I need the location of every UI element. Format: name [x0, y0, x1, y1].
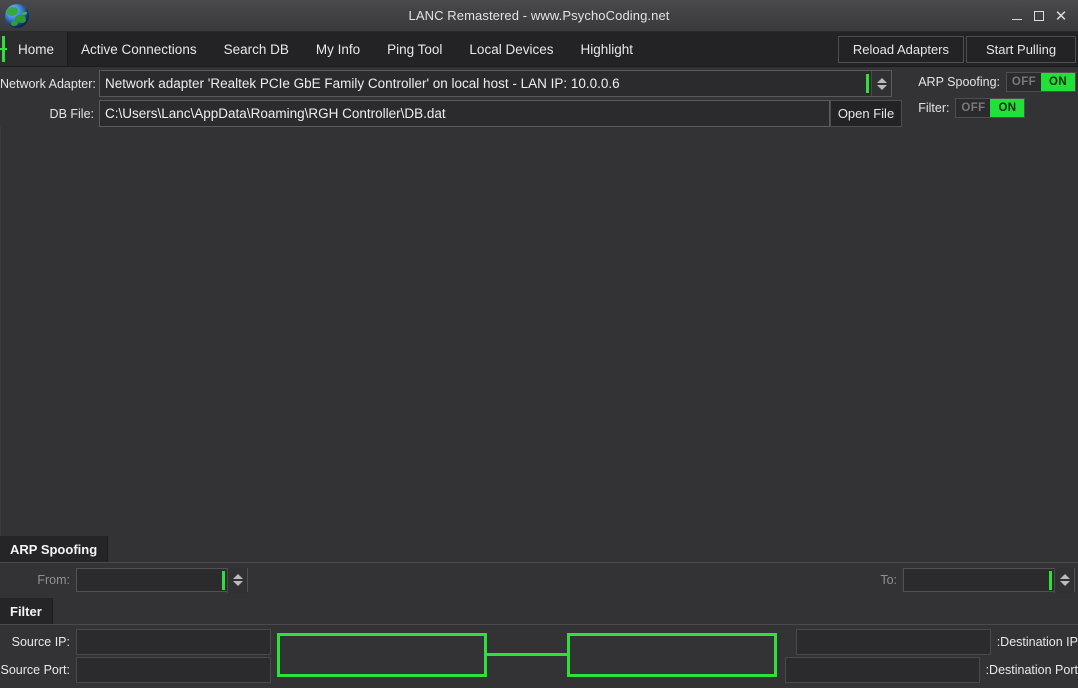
arp-spoofing-off-option[interactable]: OFF	[1007, 72, 1041, 91]
arp-spoofing-panel: ARP Spoofing From: To:	[0, 536, 1078, 598]
arp-spoofing-panel-title[interactable]: ARP Spoofing	[0, 536, 109, 562]
close-icon[interactable]: ✕	[1050, 4, 1072, 28]
filter-source-port-row: Source Port: :Destination Port	[0, 656, 1078, 684]
open-file-button[interactable]: Open File	[830, 100, 902, 127]
source-ip-label: Source IP:	[11, 635, 70, 649]
arp-spoofing-switch[interactable]: OFF ON	[1006, 71, 1076, 92]
source-ip-input[interactable]	[76, 629, 271, 655]
arp-from-spinner[interactable]	[227, 567, 247, 593]
arp-to-active-indicator	[1049, 570, 1052, 590]
filter-switch[interactable]: OFF ON	[955, 97, 1026, 118]
network-adapter-value: Network adapter 'Realtek PCIe GbE Family…	[105, 76, 620, 91]
arp-to-label: To:	[880, 573, 897, 587]
tab-home[interactable]: Home	[0, 32, 69, 66]
filter-toggle-row: Filter: OFF ON	[918, 96, 1076, 119]
adapter-row: Network Adapter: Network adapter 'Realte…	[0, 70, 1078, 97]
filter-toggle-label: Filter:	[918, 100, 950, 115]
tab-label: Active Connections	[81, 41, 197, 57]
maximize-icon[interactable]	[1028, 4, 1050, 28]
window-controls: ✕	[1006, 0, 1078, 31]
destination-port-input[interactable]	[784, 657, 980, 683]
filter-panel-title[interactable]: Filter	[0, 598, 53, 624]
filter-panel-body: Source IP: :Destination IP Source Port: …	[0, 625, 1078, 688]
chevron-down-icon	[876, 84, 887, 90]
tab-local-devices[interactable]: Local Devices	[456, 32, 567, 66]
filter-panel: Filter Source IP: :Destination IP Source…	[0, 598, 1078, 688]
arp-from-label: From:	[37, 573, 70, 587]
window-title: LANC Remastered - www.PsychoCoding.net	[408, 8, 670, 23]
db-file-input[interactable]: C:\Users\Lanc\AppData\Roaming\RGH Contro…	[99, 100, 830, 127]
tab-list: Home Active Connections Search DB My Inf…	[0, 32, 647, 66]
tab-label: Ping Tool	[387, 41, 443, 57]
start-pulling-button[interactable]: Start Pulling	[966, 35, 1076, 63]
chevron-down-icon	[1059, 581, 1070, 586]
arp-from-to-row: From: To:	[0, 567, 1078, 593]
tab-ping-tool[interactable]: Ping Tool	[374, 32, 456, 66]
chevron-up-icon	[232, 574, 243, 579]
tab-label: Local Devices	[469, 41, 554, 57]
arp-to-group: To:	[880, 567, 1078, 593]
filter-off-option[interactable]: OFF	[956, 98, 991, 117]
application-window: LANC Remastered - www.PsychoCoding.net ✕…	[0, 0, 1078, 688]
arp-spoofing-panel-body: From: To:	[0, 563, 1078, 598]
arp-to-input[interactable]	[903, 567, 1075, 593]
tab-bar: Home Active Connections Search DB My Inf…	[0, 32, 1078, 67]
network-adapter-select[interactable]: Network adapter 'Realtek PCIe GbE Family…	[99, 70, 892, 97]
adapter-active-indicator	[866, 74, 869, 93]
tab-label: Home	[18, 41, 55, 57]
toolbar-buttons: Reload Adapters Start Pulling	[837, 32, 1078, 66]
source-port-input[interactable]	[76, 657, 271, 683]
arp-from-active-indicator	[222, 570, 225, 590]
chevron-up-icon	[1059, 574, 1070, 579]
tab-active-connections[interactable]: Active Connections	[68, 32, 211, 66]
destination-ip-label: :Destination IP	[996, 635, 1078, 649]
connections-list-area	[0, 127, 1078, 536]
destination-port-label: :Destination Port	[985, 663, 1078, 677]
tab-search-db[interactable]: Search DB	[211, 32, 303, 66]
globe-icon	[1, 0, 33, 32]
adapter-form: Network Adapter: Network adapter 'Realte…	[0, 67, 1078, 127]
reload-adapters-button[interactable]: Reload Adapters	[837, 35, 964, 63]
tab-label: My Info	[315, 41, 361, 57]
arp-from-input[interactable]	[76, 567, 248, 593]
tab-label: Search DB	[223, 41, 289, 57]
adapter-dropdown-spinner[interactable]	[871, 71, 891, 96]
filter-panel-header: Filter	[0, 598, 1078, 625]
toggle-group: ARP Spoofing: OFF ON Filter: OFF ON	[918, 70, 1076, 119]
tab-label: Highlight	[580, 41, 633, 57]
tab-highlight[interactable]: Highlight	[567, 32, 647, 66]
arp-spoofing-on-option[interactable]: ON	[1041, 72, 1075, 91]
db-file-row: DB File: C:\Users\Lanc\AppData\Roaming\R…	[0, 99, 1078, 128]
source-port-label: Source Port:	[0, 663, 70, 677]
chevron-up-icon	[876, 77, 887, 83]
db-file-label: DB File:	[49, 106, 94, 121]
arp-spoofing-toggle-label: ARP Spoofing:	[918, 74, 1000, 89]
chevron-down-icon	[232, 581, 243, 586]
tab-my-info[interactable]: My Info	[303, 32, 374, 66]
title-bar: LANC Remastered - www.PsychoCoding.net ✕	[0, 0, 1078, 32]
arp-spoofing-panel-header: ARP Spoofing	[0, 536, 1078, 563]
adapter-label: Network Adapter:	[0, 76, 96, 91]
filter-on-option[interactable]: ON	[990, 98, 1025, 117]
filter-source-ip-row: Source IP: :Destination IP	[0, 628, 1078, 656]
arp-to-spinner[interactable]	[1054, 567, 1074, 593]
destination-ip-input[interactable]	[795, 629, 991, 655]
arp-spoofing-toggle-row: ARP Spoofing: OFF ON	[918, 70, 1076, 93]
minimize-icon[interactable]	[1006, 4, 1028, 28]
